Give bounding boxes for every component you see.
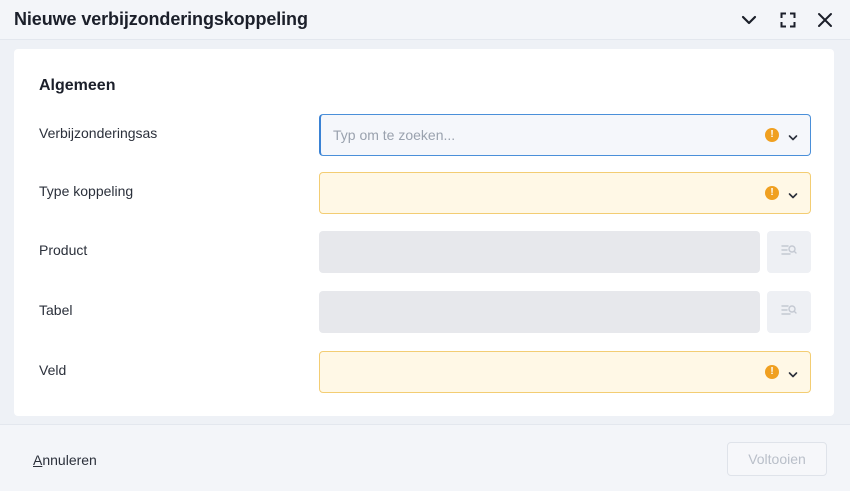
type-koppeling-label: Type koppeling — [39, 183, 134, 199]
dialog-footer: Annuleren Voltooien — [0, 424, 850, 491]
cancel-button[interactable]: Annuleren — [33, 452, 97, 468]
close-icon[interactable] — [813, 8, 837, 32]
warning-icon: ! — [765, 128, 779, 142]
lookup-list-search-icon — [781, 243, 797, 261]
section-title: Algemeen — [39, 77, 116, 94]
chevron-down-icon[interactable] — [788, 130, 798, 148]
verbijzonderingsas-input[interactable]: Typ om te zoeken... ! — [319, 114, 811, 156]
veld-select[interactable]: ! — [319, 351, 811, 393]
dialog-title: Nieuwe verbijzonderingskoppeling — [14, 9, 308, 29]
form-card: Algemeen Verbijzonderingsas Typ om te zo… — [14, 49, 834, 416]
product-lookup-button — [767, 231, 811, 273]
finish-button[interactable]: Voltooien — [727, 442, 827, 476]
verbijzonderingsas-placeholder: Typ om te zoeken... — [333, 127, 456, 143]
product-input — [319, 231, 760, 273]
cancel-accelerator: A — [33, 452, 43, 468]
verbijzonderingsas-label: Verbijzonderingsas — [39, 125, 158, 141]
tabel-lookup-button — [767, 291, 811, 333]
product-label: Product — [39, 242, 88, 258]
type-koppeling-select[interactable]: ! — [319, 172, 811, 214]
maximize-icon[interactable] — [776, 8, 800, 32]
tabel-input — [319, 291, 760, 333]
cancel-label: nnuleren — [42, 452, 97, 468]
chevron-down-icon[interactable] — [788, 367, 798, 385]
chevron-down-icon[interactable] — [788, 188, 798, 206]
lookup-list-search-icon — [781, 303, 797, 321]
warning-icon: ! — [765, 186, 779, 200]
warning-icon: ! — [765, 365, 779, 379]
veld-label: Veld — [39, 362, 67, 378]
dialog: Nieuwe verbijzonderingskoppeling Algemee… — [0, 0, 850, 491]
collapse-chevron-icon[interactable] — [737, 8, 761, 32]
tabel-label: Tabel — [39, 302, 73, 318]
dialog-header: Nieuwe verbijzonderingskoppeling — [0, 0, 850, 40]
